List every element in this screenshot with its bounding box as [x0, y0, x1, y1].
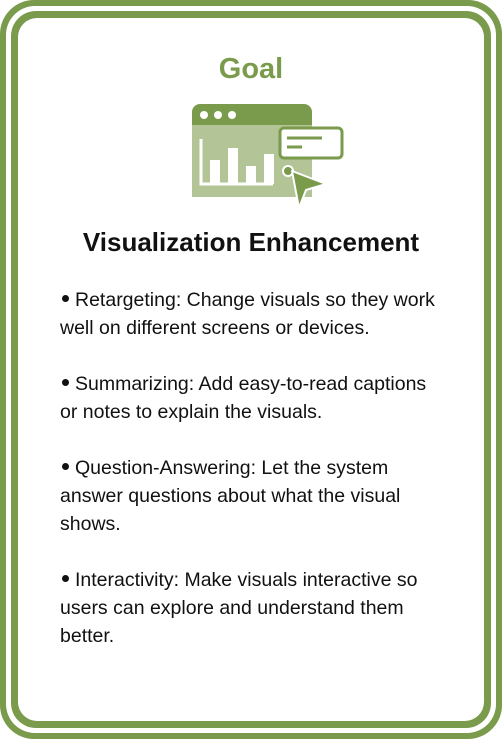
bullet-interactivity: Interactivity: Make visuals interactive …	[60, 566, 440, 650]
bullet-summarizing: Summarizing: Add easy-to-read captions o…	[60, 370, 440, 426]
goal-bullet-list: Retargeting: Change visuals so they work…	[60, 286, 440, 678]
bullet-text: Interactivity: Make visuals interactive …	[60, 569, 418, 647]
card-heading: Visualization Enhancement	[82, 227, 420, 257]
bullet-dot-icon	[62, 295, 69, 303]
bullet-text: Question-Answering: Let the system answe…	[60, 457, 401, 535]
dashboard-window-with-cursor-icon	[192, 104, 344, 209]
bullet-retargeting: Retargeting: Change visuals so they work…	[60, 286, 440, 342]
bullet-text: Summarizing: Add easy-to-read captions o…	[60, 373, 427, 423]
bullet-text: Retargeting: Change visuals so they work…	[60, 289, 435, 339]
bullet-dot-icon	[62, 379, 69, 387]
bullet-dot-icon	[62, 575, 69, 583]
goal-label: Goal	[218, 53, 284, 85]
bullet-question-answering: Question-Answering: Let the system answe…	[60, 454, 440, 538]
bullet-dot-icon	[62, 463, 69, 471]
